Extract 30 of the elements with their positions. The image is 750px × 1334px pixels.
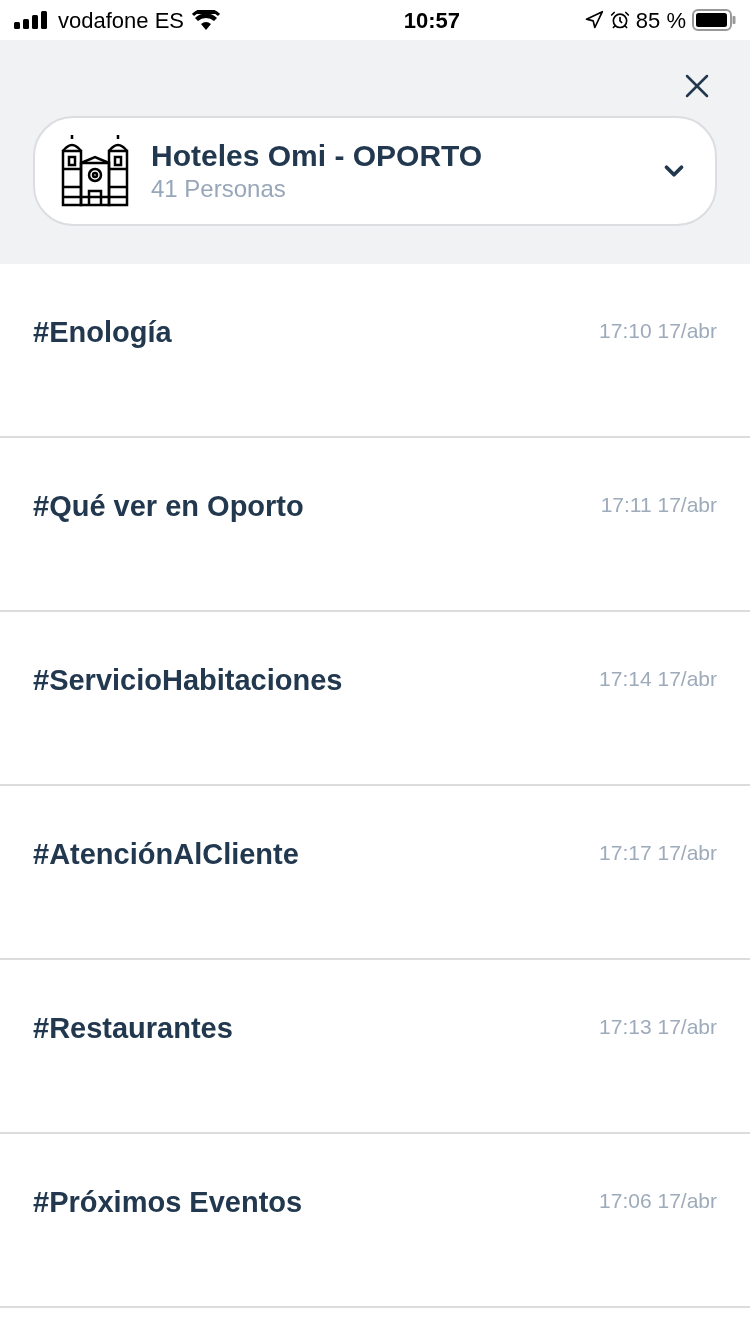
channel-item[interactable]: #Qué ver en Oporto 17:11 17/abr bbox=[0, 438, 750, 612]
battery-icon bbox=[692, 9, 736, 31]
signal-icon bbox=[14, 11, 50, 29]
channel-time: 17:06 17/abr bbox=[599, 1188, 717, 1214]
battery-percent: 85 % bbox=[635, 6, 686, 35]
channel-item[interactable]: #Próximos Eventos 17:06 17/abr bbox=[0, 1134, 750, 1308]
wifi-icon bbox=[192, 10, 220, 30]
channel-item[interactable]: #Enología 17:10 17/abr bbox=[0, 264, 750, 438]
channel-item[interactable]: #ServicioHabitaciones 17:14 17/abr bbox=[0, 612, 750, 786]
alarm-icon bbox=[609, 10, 630, 30]
channel-time: 17:11 17/abr bbox=[600, 492, 717, 518]
group-selector[interactable]: Hoteles Omi - OPORTO 41 Personas bbox=[33, 116, 717, 226]
carrier-name: vodafone ES bbox=[58, 6, 184, 35]
channel-item[interactable]: #Restaurantes 17:13 17/abr bbox=[0, 960, 750, 1134]
clock-time: 10:57 bbox=[403, 6, 461, 35]
channel-time: 17:14 17/abr bbox=[599, 666, 717, 692]
location-icon bbox=[583, 10, 604, 30]
channel-time: 17:13 17/abr bbox=[599, 1014, 717, 1040]
channel-name: #Qué ver en Oporto bbox=[33, 489, 304, 524]
channel-name: #Enología bbox=[33, 315, 172, 350]
group-name: Hoteles Omi - OPORTO bbox=[151, 138, 484, 174]
channel-name: #AtenciónAlCliente bbox=[33, 837, 299, 872]
channel-time: 17:10 17/abr bbox=[599, 318, 717, 344]
member-count: 41 Personas bbox=[151, 174, 287, 204]
channel-time: 17:17 17/abr bbox=[599, 840, 717, 866]
cathedral-icon bbox=[61, 135, 129, 207]
channel-item[interactable]: #AtenciónAlCliente 17:17 17/abr bbox=[0, 786, 750, 960]
channel-name: #Restaurantes bbox=[33, 1011, 233, 1046]
channel-name: #Próximos Eventos bbox=[33, 1185, 303, 1220]
channel-name: #ServicioHabitaciones bbox=[33, 663, 343, 698]
